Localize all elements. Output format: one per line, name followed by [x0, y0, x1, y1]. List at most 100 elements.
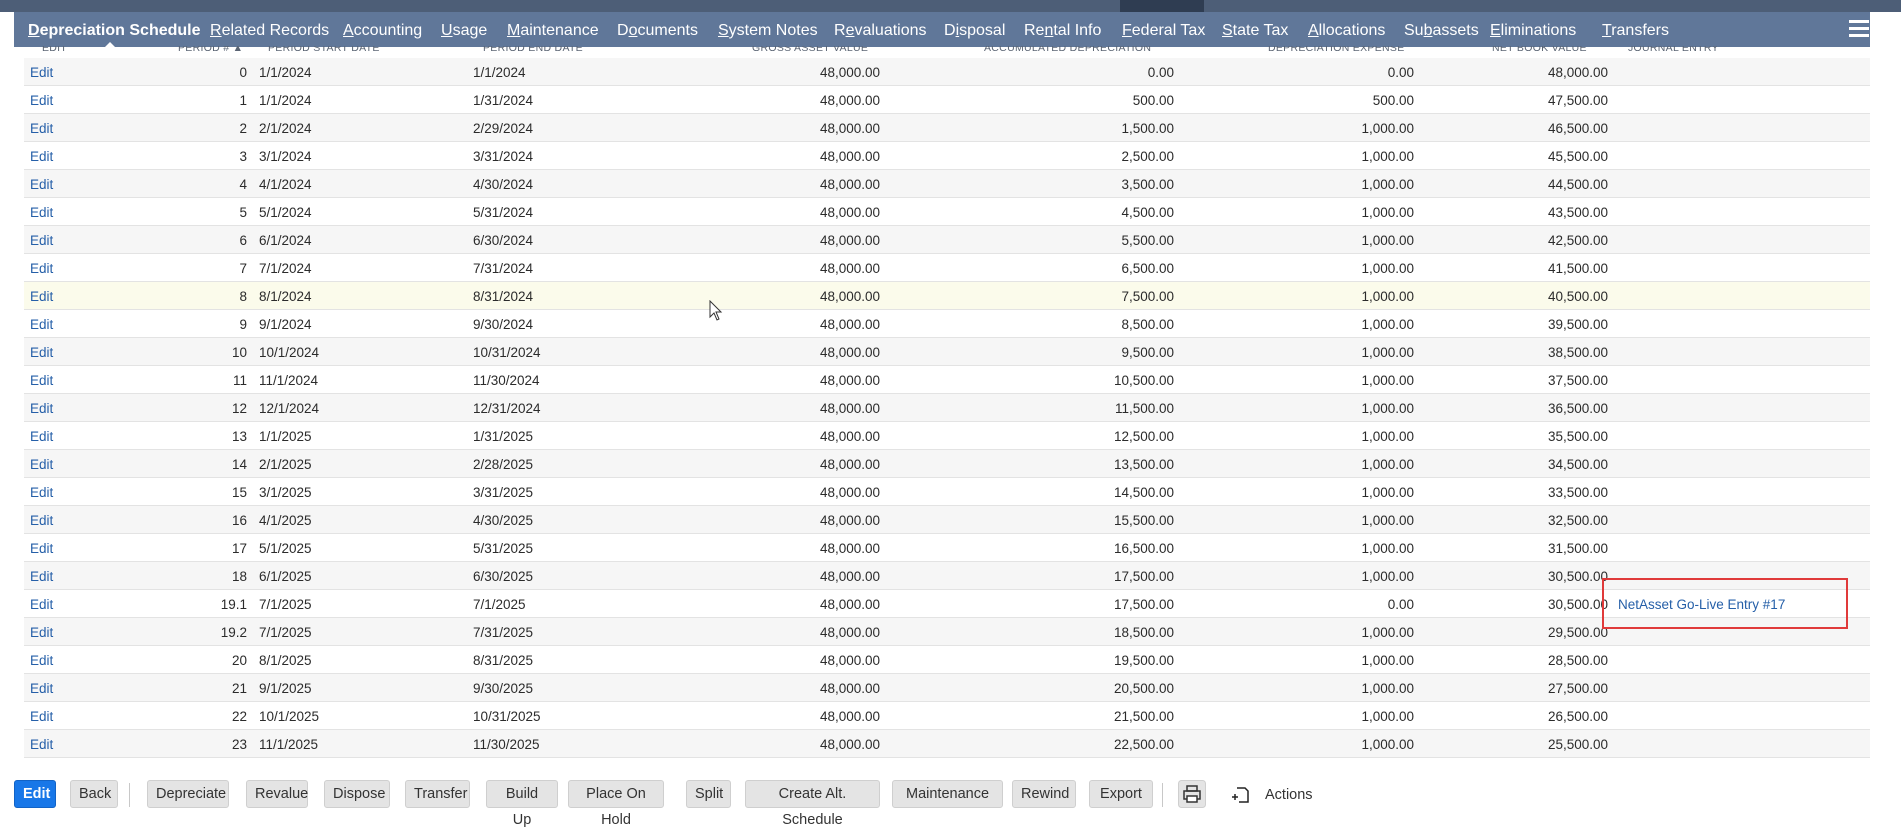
cell-expense: 1,000.00 — [1361, 513, 1414, 528]
table-row[interactable]: Edit 2 2/1/2024 2/29/2024 48,000.00 1,500.00 1… — [24, 114, 1870, 142]
edit-row-link[interactable]: Edit — [30, 177, 53, 192]
cell-end: 11/30/2025 — [473, 737, 540, 752]
edit-button[interactable]: Edit — [14, 780, 56, 808]
edit-row-link[interactable]: Edit — [30, 205, 53, 220]
tab-eliminations[interactable]: Eliminations — [1490, 22, 1576, 40]
edit-row-link[interactable]: Edit — [30, 121, 53, 136]
cell-nbv: 30,500.00 — [1547, 597, 1608, 612]
table-row[interactable]: Edit 14 2/1/2025 2/28/2025 48,000.00 13,500.0… — [24, 450, 1870, 478]
table-row[interactable]: Edit 5 5/1/2024 5/31/2024 48,000.00 4,500.00 1… — [24, 198, 1870, 226]
table-row[interactable]: Edit 19.2 7/1/2025 7/31/2025 48,000.00 18,500… — [24, 618, 1870, 646]
edit-row-link[interactable]: Edit — [30, 429, 53, 444]
edit-row-link[interactable]: Edit — [30, 681, 53, 696]
maintenance-button[interactable]: Maintenance — [892, 780, 1003, 808]
column-header[interactable]: PERIOD # ▲ — [178, 46, 243, 54]
column-header[interactable]: GROSS ASSET VALUE — [752, 46, 868, 54]
print-icon[interactable] — [1178, 780, 1206, 808]
tab-allocations[interactable]: Allocations — [1308, 22, 1385, 40]
edit-row-link[interactable]: Edit — [30, 653, 53, 668]
edit-row-link[interactable]: Edit — [30, 401, 53, 416]
edit-row-link[interactable]: Edit — [30, 513, 53, 528]
edit-row-link[interactable]: Edit — [30, 597, 53, 612]
export-button[interactable]: Export — [1089, 780, 1153, 808]
table-row[interactable]: Edit 1 1/1/2024 1/31/2024 48,000.00 500.00 500… — [24, 86, 1870, 114]
table-row[interactable]: Edit 23 11/1/2025 11/30/2025 48,000.00 22,500… — [24, 730, 1870, 758]
edit-row-link[interactable]: Edit — [30, 625, 53, 640]
column-header[interactable]: ACCUMULATED DEPRECIATION — [984, 46, 1151, 54]
cell-start: 3/1/2024 — [259, 149, 312, 164]
tab-revaluations[interactable]: Revaluations — [834, 22, 927, 40]
edit-row-link[interactable]: Edit — [30, 737, 53, 752]
back-button[interactable]: Back — [70, 780, 118, 808]
cell-period: 9 — [239, 317, 247, 332]
table-row[interactable]: Edit 11 11/1/2024 11/30/2024 48,000.00 10,500… — [24, 366, 1870, 394]
rewind-button[interactable]: Rewind — [1012, 780, 1076, 808]
depreciate-button[interactable]: Depreciate — [147, 780, 229, 808]
tab-federal-tax[interactable]: Federal Tax — [1122, 22, 1205, 40]
edit-row-link[interactable]: Edit — [30, 485, 53, 500]
column-header[interactable]: PERIOD END DATE — [483, 46, 583, 54]
tab-transfers[interactable]: Transfers — [1602, 22, 1669, 40]
table-row[interactable]: Edit 16 4/1/2025 4/30/2025 48,000.00 15,500.0… — [24, 506, 1870, 534]
table-row[interactable]: Edit 8 8/1/2024 8/31/2024 48,000.00 7,500.00 1… — [24, 282, 1870, 310]
hamburger-menu-icon[interactable] — [1849, 20, 1869, 38]
edit-row-link[interactable]: Edit — [30, 93, 53, 108]
place-on-hold-button[interactable]: Place On Hold — [568, 780, 664, 828]
table-row[interactable]: Edit 18 6/1/2025 6/30/2025 48,000.00 17,500.0… — [24, 562, 1870, 590]
edit-row-link[interactable]: Edit — [30, 345, 53, 360]
table-row[interactable]: Edit 4 4/1/2024 4/30/2024 48,000.00 3,500.00 1… — [24, 170, 1870, 198]
transfer-button[interactable]: Transfer — [405, 780, 470, 808]
dispose-button[interactable]: Dispose — [324, 780, 390, 808]
table-row[interactable]: Edit 9 9/1/2024 9/30/2024 48,000.00 8,500.00 1… — [24, 310, 1870, 338]
tab-state-tax[interactable]: State Tax — [1222, 22, 1288, 40]
column-header[interactable]: DEPRECIATION EXPENSE — [1268, 46, 1405, 54]
edit-row-link[interactable]: Edit — [30, 373, 53, 388]
table-row[interactable]: Edit 20 8/1/2025 8/31/2025 48,000.00 19,500.0… — [24, 646, 1870, 674]
edit-row-link[interactable]: Edit — [30, 709, 53, 724]
edit-row-link[interactable]: Edit — [30, 65, 53, 80]
edit-row-link[interactable]: Edit — [30, 541, 53, 556]
edit-row-link[interactable]: Edit — [30, 289, 53, 304]
tab-documents[interactable]: Documents — [617, 22, 698, 40]
table-row[interactable]: Edit 17 5/1/2025 5/31/2025 48,000.00 16,500.0… — [24, 534, 1870, 562]
table-row[interactable]: Edit 19.1 7/1/2025 7/1/2025 48,000.00 17,500.… — [24, 590, 1870, 618]
column-header[interactable]: PERIOD START DATE — [268, 46, 380, 54]
tab-rental-info[interactable]: Rental Info — [1024, 22, 1101, 40]
tab-maintenance[interactable]: Maintenance — [507, 22, 599, 40]
actions-menu-icon[interactable] — [1228, 780, 1256, 808]
cell-nbv: 34,500.00 — [1547, 457, 1608, 472]
table-row[interactable]: Edit 10 10/1/2024 10/31/2024 48,000.00 9,500.… — [24, 338, 1870, 366]
column-header[interactable]: EDIT — [42, 46, 67, 54]
edit-row-link[interactable]: Edit — [30, 261, 53, 276]
edit-row-link[interactable]: Edit — [30, 233, 53, 248]
cell-expense: 1,000.00 — [1361, 205, 1414, 220]
create-alt-schedule-button[interactable]: Create Alt. Schedule — [745, 780, 880, 828]
split-button[interactable]: Split — [686, 780, 731, 808]
table-row[interactable]: Edit 0 1/1/2024 1/1/2024 48,000.00 0.00 0.00 48… — [24, 58, 1870, 86]
column-header[interactable]: JOURNAL ENTRY — [1628, 46, 1719, 54]
table-row[interactable]: Edit 22 10/1/2025 10/31/2025 48,000.00 21,500… — [24, 702, 1870, 730]
table-row[interactable]: Edit 3 3/1/2024 3/31/2024 48,000.00 2,500.00 1… — [24, 142, 1870, 170]
table-row[interactable]: Edit 13 1/1/2025 1/31/2025 48,000.00 12,500.0… — [24, 422, 1870, 450]
table-row[interactable]: Edit 21 9/1/2025 9/30/2025 48,000.00 20,500.0… — [24, 674, 1870, 702]
tab-related-records[interactable]: Related Records — [210, 22, 329, 40]
column-header[interactable]: NET BOOK VALUE — [1492, 46, 1587, 54]
cell-nbv: 36,500.00 — [1547, 401, 1608, 416]
tab-system-notes[interactable]: System Notes — [718, 22, 818, 40]
edit-row-link[interactable]: Edit — [30, 317, 53, 332]
table-row[interactable]: Edit 7 7/1/2024 7/31/2024 48,000.00 6,500.00 1… — [24, 254, 1870, 282]
table-row[interactable]: Edit 15 3/1/2025 3/31/2025 48,000.00 14,500.0… — [24, 478, 1870, 506]
tab-usage[interactable]: Usage — [441, 22, 487, 40]
tab-disposal[interactable]: Disposal — [944, 22, 1005, 40]
table-row[interactable]: Edit 12 12/1/2024 12/31/2024 48,000.00 11,500… — [24, 394, 1870, 422]
tab-subassets[interactable]: Subassets — [1404, 22, 1479, 40]
revalue-button[interactable]: Revalue — [246, 780, 308, 808]
edit-row-link[interactable]: Edit — [30, 569, 53, 584]
tab-accounting[interactable]: Accounting — [343, 22, 422, 40]
edit-row-link[interactable]: Edit — [30, 457, 53, 472]
tab-depreciation-schedule[interactable]: Depreciation Schedule — [28, 22, 201, 40]
edit-row-link[interactable]: Edit — [30, 149, 53, 164]
table-row[interactable]: Edit 6 6/1/2024 6/30/2024 48,000.00 5,500.00 1… — [24, 226, 1870, 254]
actions-label[interactable]: Actions — [1265, 787, 1313, 803]
build-up-button[interactable]: Build Up — [486, 780, 558, 828]
